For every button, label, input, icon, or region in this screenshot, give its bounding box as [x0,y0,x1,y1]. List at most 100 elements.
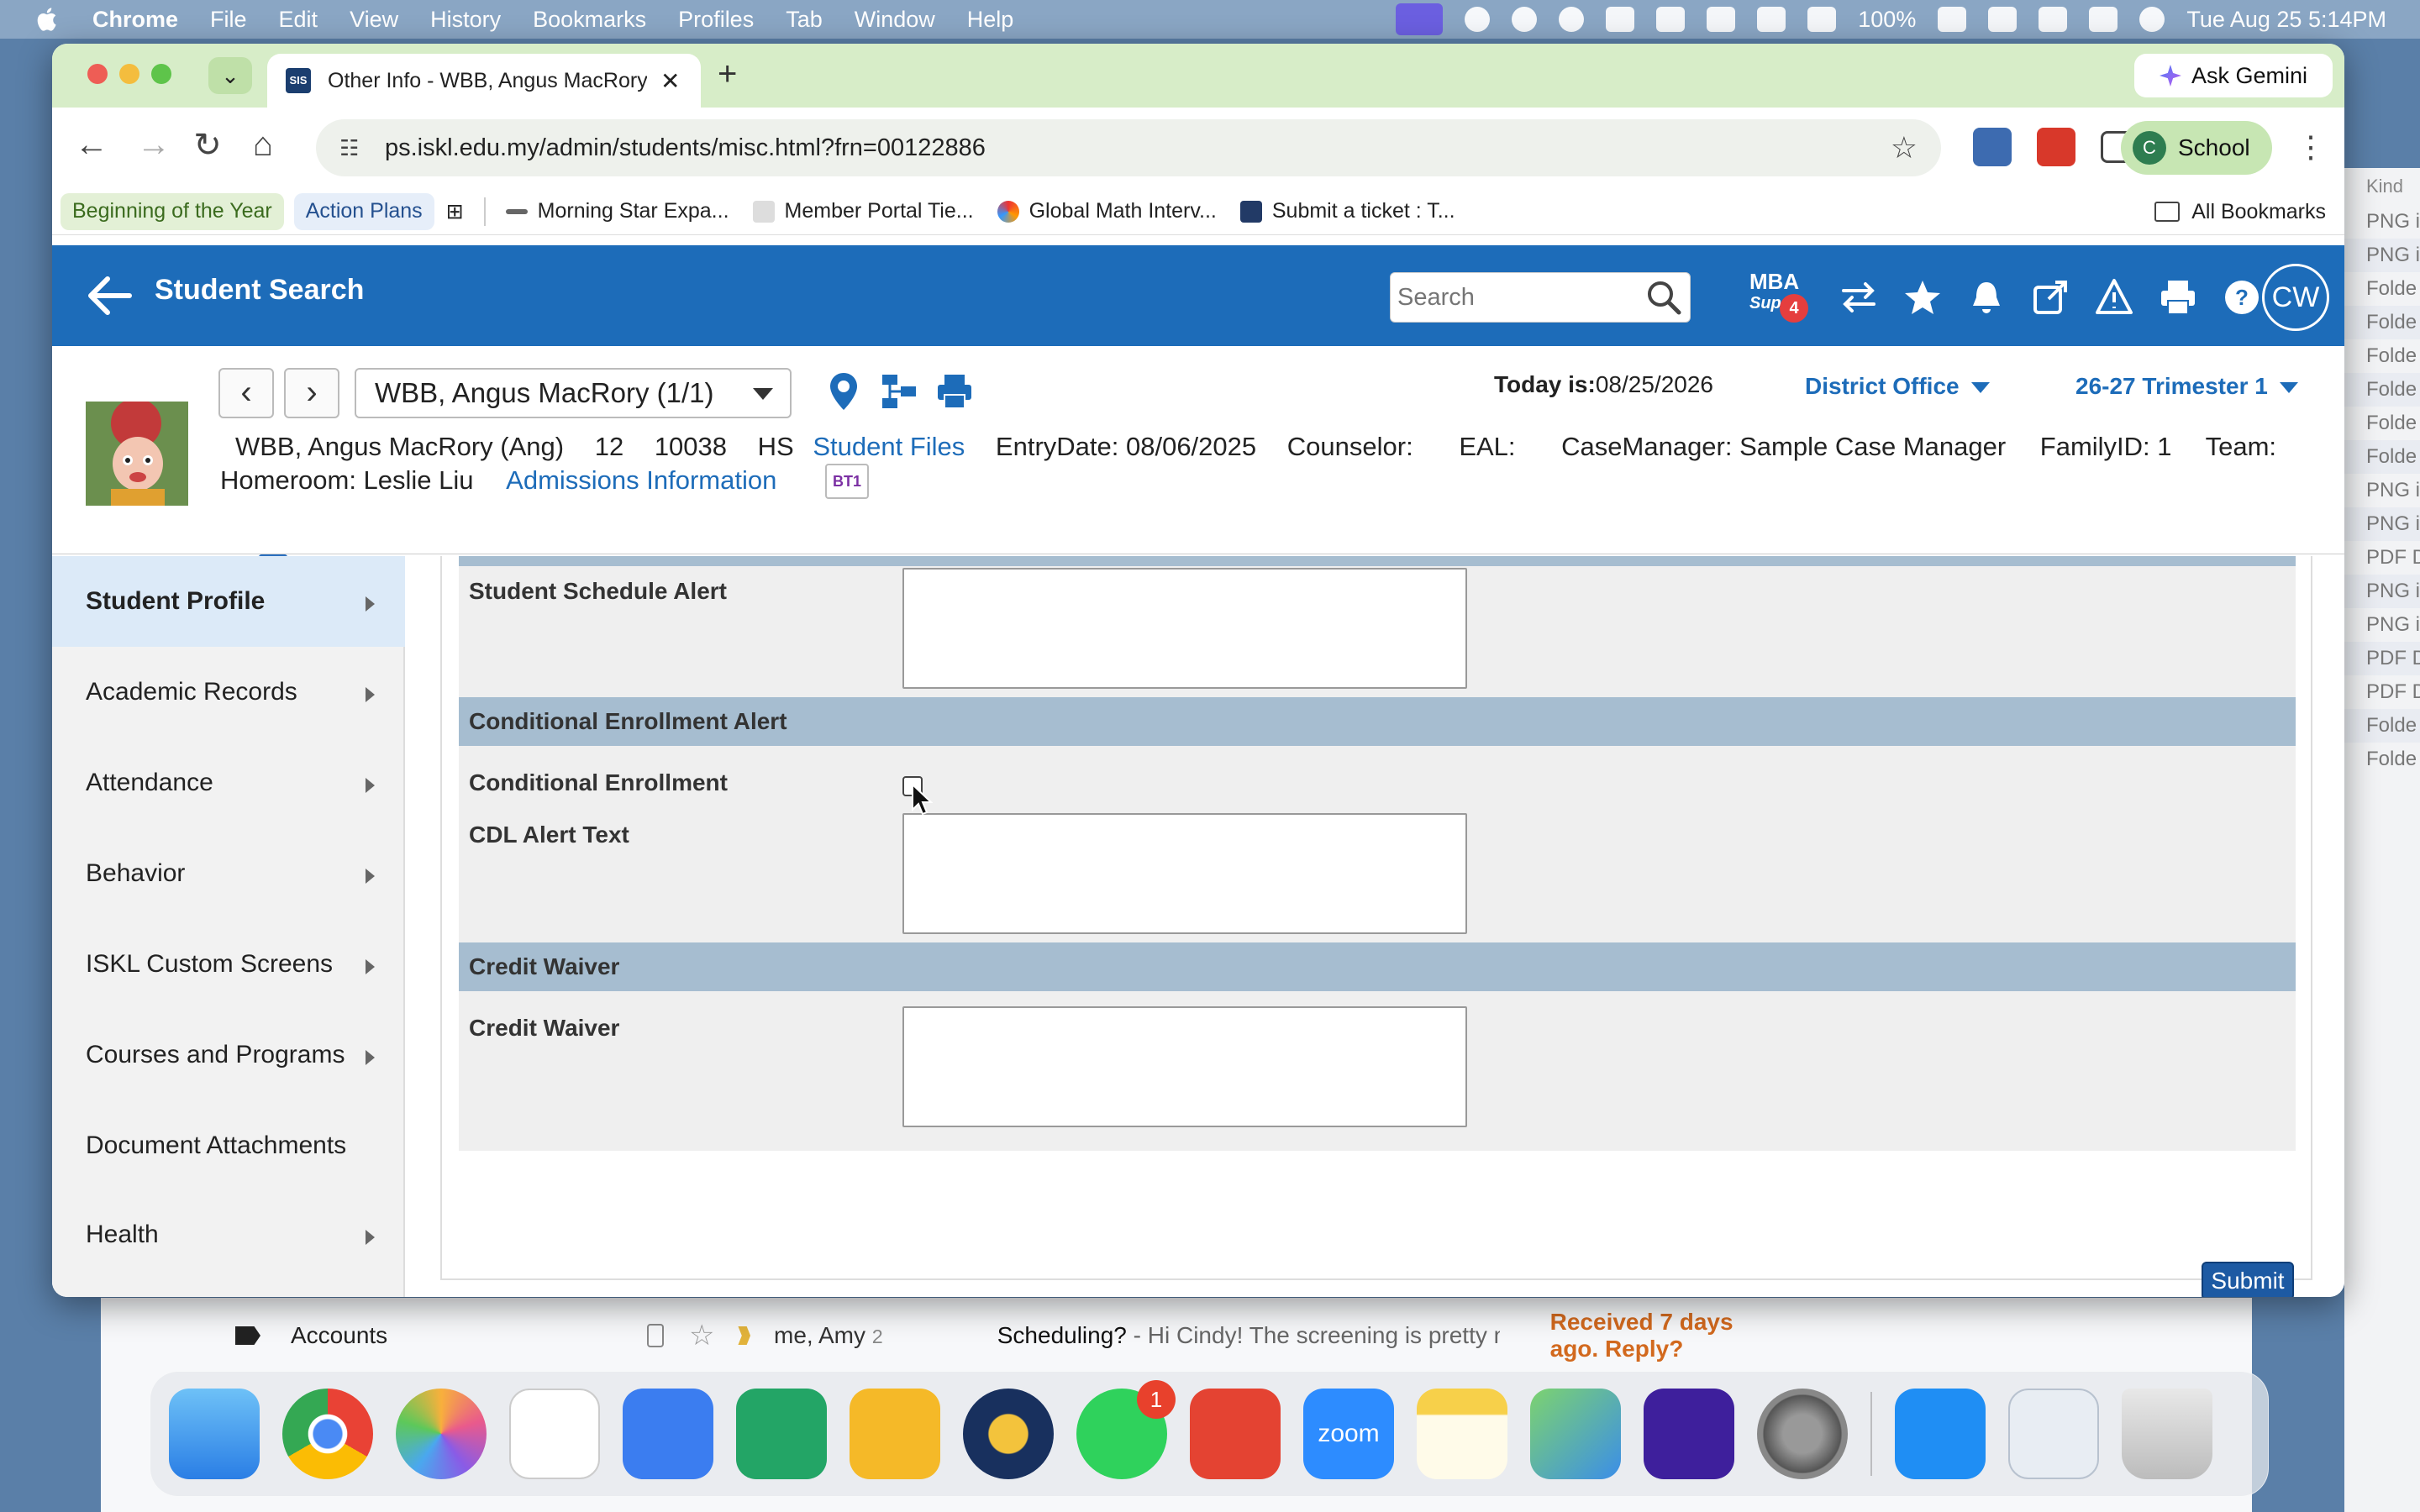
finder-row[interactable]: Folde [2344,339,2420,373]
finder-icon[interactable] [169,1389,260,1479]
siri-icon[interactable] [2139,7,2165,32]
message-icon[interactable] [1606,7,1635,32]
finder-row[interactable]: PNG i [2344,575,2420,608]
bookmark-member-portal[interactable]: Member Portal Tie... [741,193,986,230]
bookmark-beginning-of-year[interactable]: Beginning of the Year [60,192,284,230]
bookmark-action-plans[interactable]: Action Plans [293,192,434,230]
important-icon[interactable] [738,1326,751,1345]
window-close-button[interactable] [87,64,108,84]
bookmark-global-math[interactable]: Global Math Interv... [986,193,1228,230]
sidebar-item-behavior[interactable]: Behavior [52,828,405,919]
finder-row[interactable]: PDF D [2344,675,2420,709]
search-icon[interactable] [1645,279,1682,316]
volume-icon[interactable] [1757,7,1786,32]
bluetooth-icon[interactable] [1807,7,1837,32]
finder-row[interactable]: Folde [2344,440,2420,474]
new-tab-button[interactable]: + [718,55,737,93]
finder-row[interactable]: Folde [2344,407,2420,440]
chrome-icon[interactable] [282,1389,373,1479]
bookmark-star-icon[interactable]: ☆ [1891,130,1918,165]
ask-gemini-button[interactable]: Ask Gemini [2134,54,2333,97]
cdl-alert-textarea[interactable] [902,813,1467,934]
sidebar-item-health[interactable]: Health [52,1189,405,1280]
app-store-icon[interactable] [1895,1389,1986,1479]
trash-icon[interactable] [2122,1389,2212,1479]
finder-row[interactable]: PNG i [2344,507,2420,541]
term-selector[interactable]: 26-27 Trimester 1 [2075,373,2298,400]
finder-row[interactable]: PNG i [2344,474,2420,507]
tab-search-chevron-icon[interactable]: ⌄ [208,57,252,94]
extension-upload-icon[interactable] [1973,128,2012,166]
sidebar-item-document-attachments[interactable]: Document Attachments [52,1100,405,1191]
print-icon[interactable] [2158,277,2198,318]
menu-help[interactable]: Help [967,7,1014,33]
finder-row[interactable]: Folde [2344,709,2420,743]
app-menu-chrome[interactable]: Chrome [92,7,178,33]
mba-support-button[interactable]: MBA Supp 4 [1749,270,1808,323]
back-icon[interactable]: ← [71,126,113,164]
apple-icon[interactable] [34,5,62,34]
menu-tab[interactable]: Tab [786,7,823,33]
photos-icon[interactable] [396,1389,487,1479]
finder-row[interactable]: Folde [2344,743,2420,776]
finder-row[interactable]: Folde [2344,373,2420,407]
keyboard-icon[interactable] [1707,7,1736,32]
stack-icon[interactable] [1656,7,1686,32]
menu-bookmarks[interactable]: Bookmarks [533,7,646,33]
finder-row[interactable]: PNG i [2344,239,2420,272]
sidebar-item-courses-programs[interactable]: Courses and Programs [52,1010,405,1100]
all-bookmarks-button[interactable]: All Bookmarks [2154,193,2326,230]
credit-waiver-textarea[interactable] [902,1006,1467,1127]
pdf-document-icon[interactable] [2008,1389,2099,1479]
star-icon[interactable]: ☆ [689,1319,714,1352]
page-title[interactable]: Student Search [155,274,364,307]
menu-file[interactable]: File [210,7,247,33]
menu-profiles[interactable]: Profiles [678,7,754,33]
student-selector[interactable]: WBB, Angus MacRory (1/1) [355,368,792,418]
grammarly-icon[interactable] [1512,7,1538,32]
window-minimize-button[interactable] [119,64,139,84]
bt1-badge[interactable]: BT1 [825,464,869,499]
submit-button[interactable]: Submit [2202,1262,2294,1297]
mail-checkbox[interactable] [647,1324,664,1347]
admissions-info-link[interactable]: Admissions Information [506,465,776,495]
swap-icon[interactable] [1839,277,1879,318]
school-seal-icon[interactable] [963,1389,1054,1479]
todoist-icon[interactable] [1190,1389,1281,1479]
keynote-presenter-icon[interactable] [509,1389,600,1479]
gemini-g-icon[interactable] [1644,1389,1734,1479]
maps-icon[interactable] [1530,1389,1621,1479]
external-link-icon[interactable] [2030,277,2070,318]
profile-chip[interactable]: C School [2121,121,2272,175]
url-text[interactable]: ps.iskl.edu.my/admin/students/misc.html?… [385,134,986,162]
system-settings-icon[interactable] [1757,1389,1848,1479]
next-student-button[interactable]: › [284,368,339,418]
menu-history[interactable]: History [430,7,501,33]
google-docs-icon[interactable] [623,1389,713,1479]
wifi-icon[interactable] [1988,7,2018,32]
spotlight-icon[interactable] [2039,7,2068,32]
chrome-menu-icon[interactable]: ⋮ [2296,129,2326,165]
forward-icon[interactable]: → [133,126,175,164]
google-sheets-icon[interactable] [736,1389,827,1479]
student-print-icon[interactable] [936,371,973,412]
whatsapp-icon[interactable]: 1 [1076,1380,1176,1479]
finder-row[interactable]: PDF D [2344,642,2420,675]
extension-stack-icon[interactable] [2037,128,2075,166]
menu-view[interactable]: View [350,7,398,33]
alert-triangle-icon[interactable] [2094,277,2134,318]
zoom-menubar-icon[interactable] [1559,7,1585,32]
home-icon[interactable]: ⌂ [242,126,284,164]
hierarchy-icon[interactable] [881,371,918,412]
airplane-icon[interactable] [1465,7,1491,32]
favorites-star-icon[interactable] [1902,277,1943,318]
site-info-icon[interactable]: ☷ [339,135,370,161]
apps-grid-icon[interactable]: ⊞ [434,193,476,230]
sidebar-item-attendance[interactable]: Attendance [52,738,405,828]
control-center-icon[interactable] [2089,7,2118,32]
mail-status[interactable]: Received 7 days ago. Reply? [1550,1309,1765,1362]
menu-window[interactable]: Window [855,7,935,33]
help-icon[interactable]: ? [2222,277,2262,318]
finder-row[interactable]: PDF D [2344,541,2420,575]
google-slides-icon[interactable] [850,1389,940,1479]
